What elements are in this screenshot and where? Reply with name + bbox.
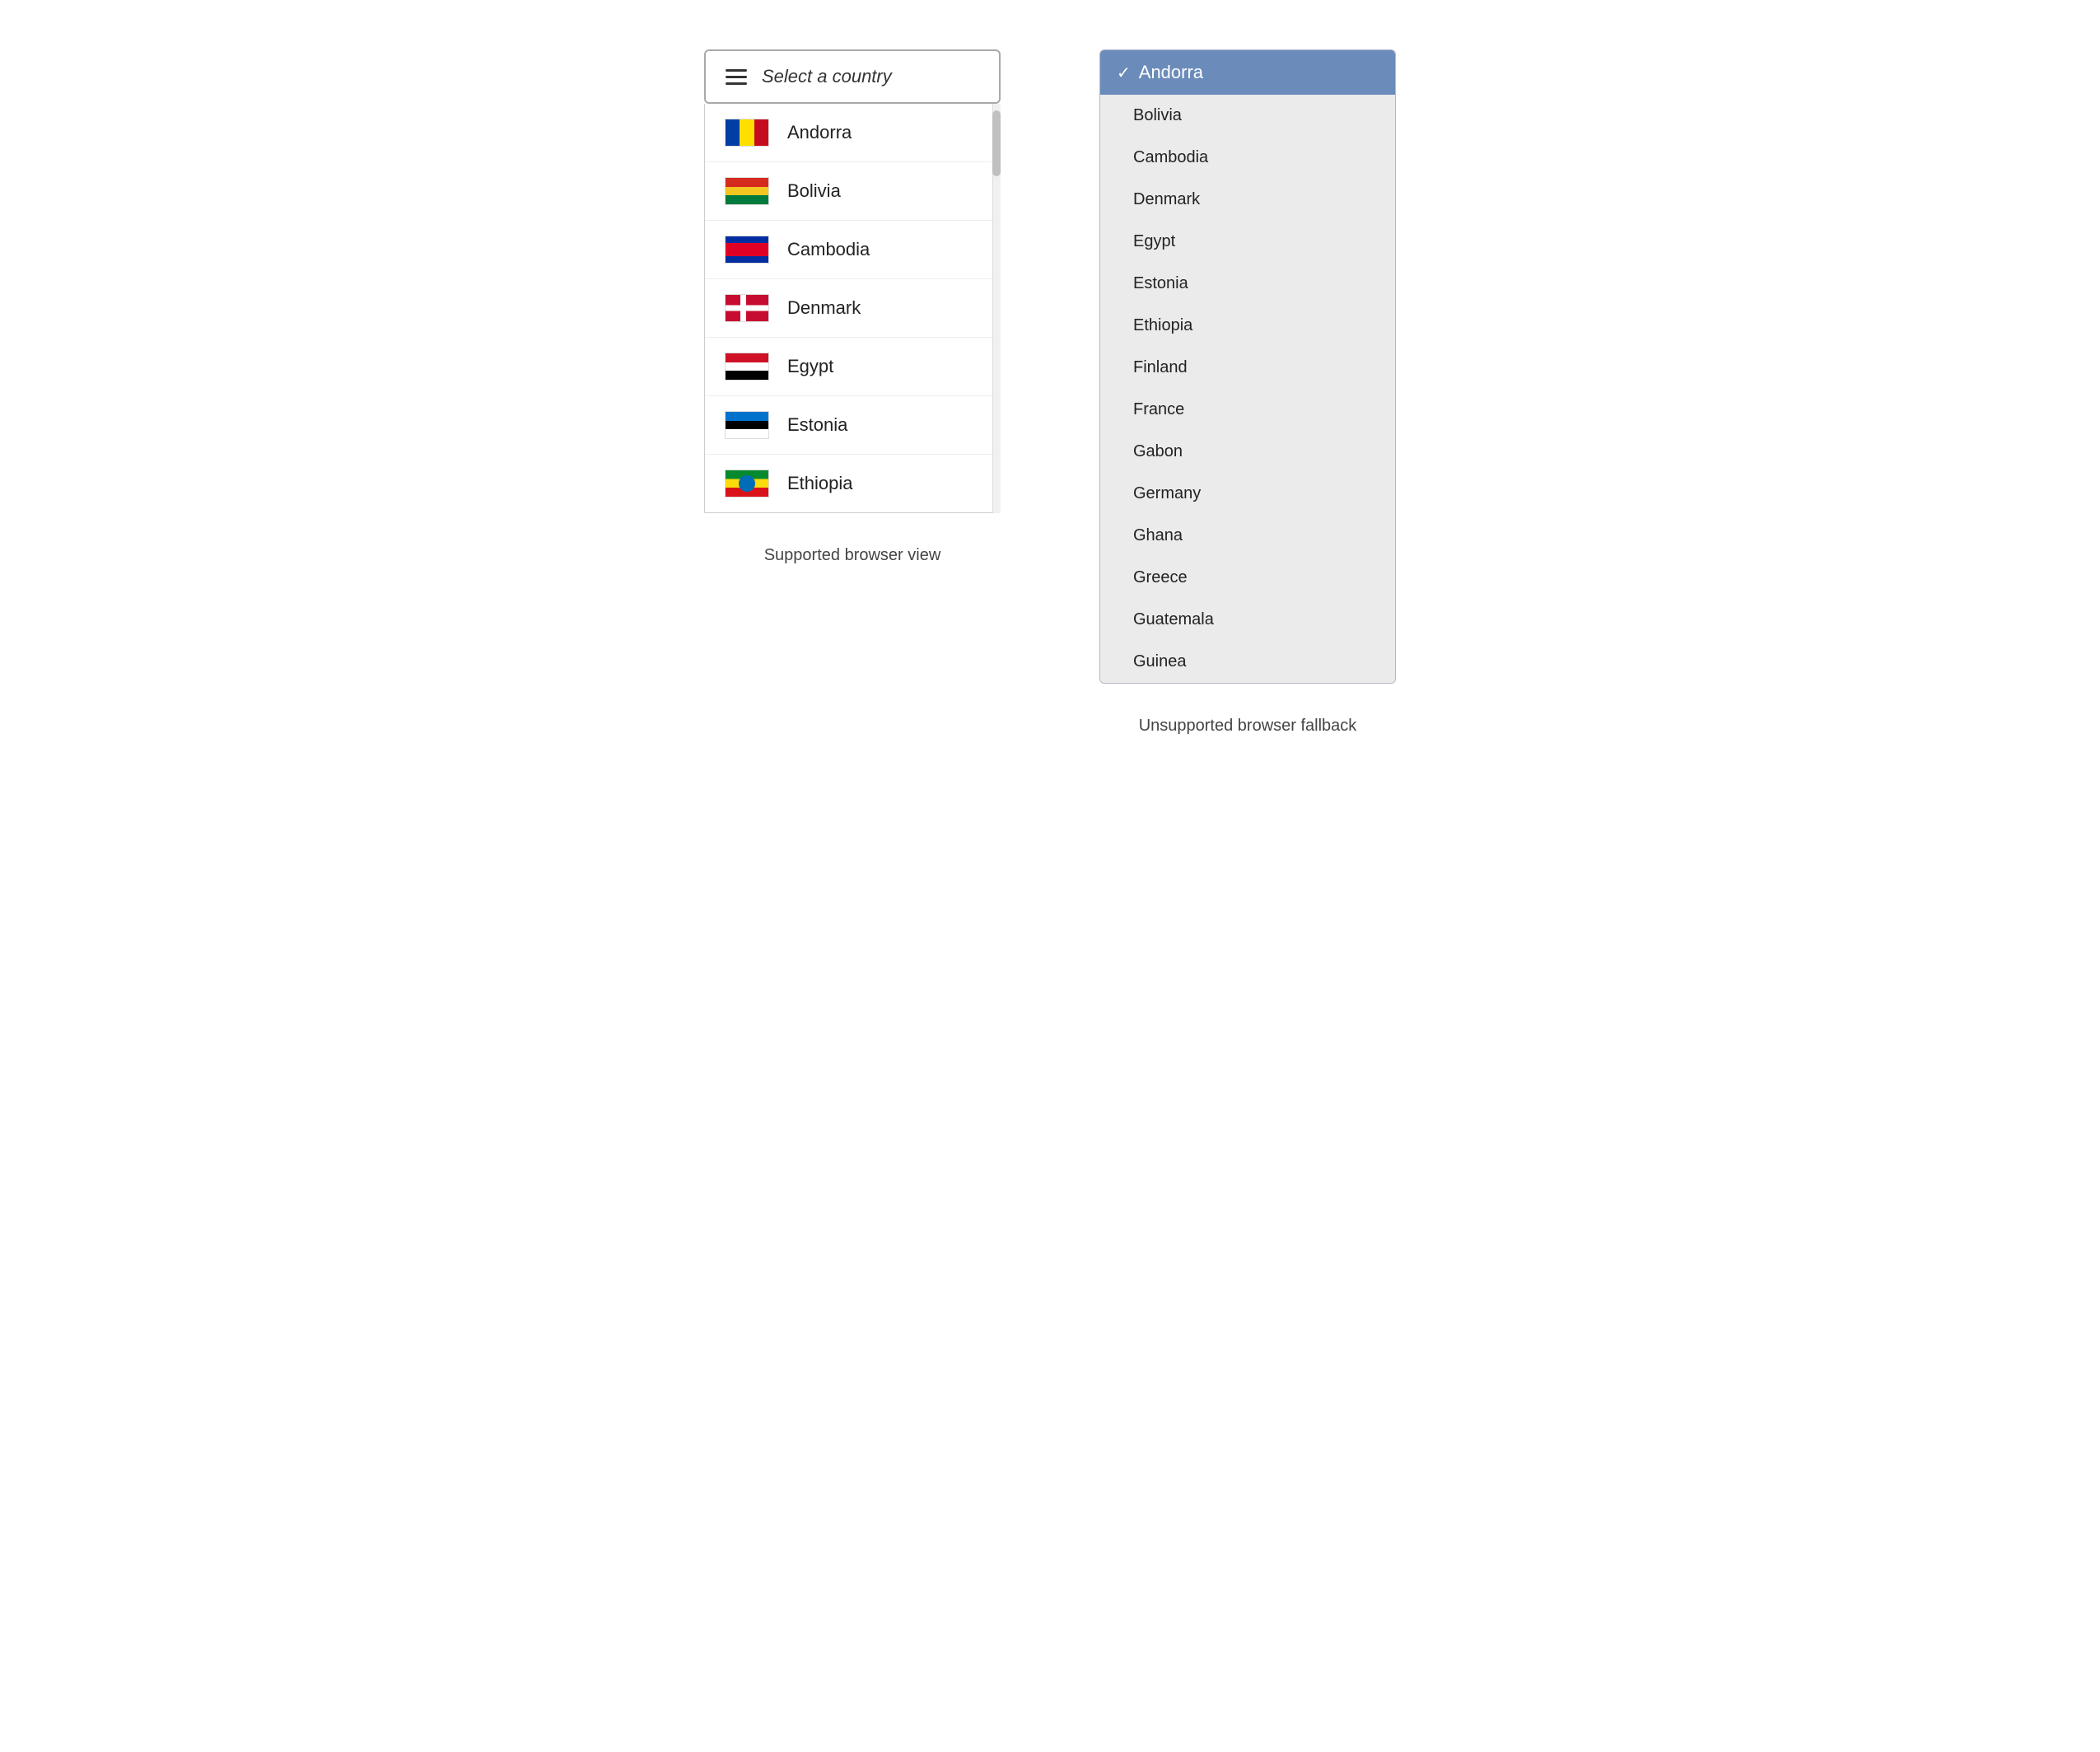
list-item[interactable]: Ghana bbox=[1100, 515, 1395, 557]
list-item[interactable]: Gabon bbox=[1100, 431, 1395, 473]
scrollbar-thumb[interactable] bbox=[992, 110, 1001, 176]
list-item[interactable]: Bolivia bbox=[705, 162, 1000, 221]
list-item[interactable]: Andorra bbox=[705, 104, 1000, 162]
country-name-label: Cambodia bbox=[787, 239, 870, 260]
native-select: ✓ Andorra BoliviaCambodiaDenmarkEgyptEston… bbox=[1099, 49, 1396, 684]
country-name-label: Andorra bbox=[787, 122, 852, 143]
list-item[interactable]: Germany bbox=[1100, 473, 1395, 515]
scrollbar-track bbox=[992, 104, 1001, 513]
option-label: Andorra bbox=[1139, 62, 1203, 83]
flag-ad bbox=[725, 119, 769, 147]
list-item[interactable]: ✓ Andorra bbox=[1100, 50, 1395, 95]
list-item[interactable]: Finland bbox=[1100, 347, 1395, 389]
flag-dk bbox=[725, 294, 769, 322]
trigger-label: Select a country bbox=[762, 66, 892, 87]
list-item[interactable]: Denmark bbox=[1100, 179, 1395, 221]
list-item[interactable]: Guinea bbox=[1100, 641, 1395, 683]
right-inner: ✓ Andorra BoliviaCambodiaDenmarkEgyptEston… bbox=[1099, 49, 1396, 684]
country-name-label: Denmark bbox=[787, 297, 861, 319]
right-panel-label: Unsupported browser fallback bbox=[1139, 717, 1357, 736]
left-panel-label: Supported browser view bbox=[764, 546, 941, 565]
flag-kh bbox=[725, 236, 769, 264]
custom-select: Select a country Andorra Bolivia Cambodia D… bbox=[704, 49, 1001, 513]
list-item[interactable]: Egypt bbox=[1100, 221, 1395, 263]
page-wrapper: Select a country AndorraBoliviaCambodiaD… bbox=[704, 49, 1396, 736]
custom-dropdown[interactable]: Andorra Bolivia Cambodia Denmark Egypt Estoni… bbox=[704, 104, 1001, 513]
hamburger-line-2 bbox=[726, 76, 747, 78]
list-item[interactable]: Ethiopia bbox=[1100, 305, 1395, 347]
flag-eg bbox=[725, 353, 769, 381]
check-icon: ✓ bbox=[1117, 63, 1131, 83]
hamburger-line-1 bbox=[726, 69, 747, 72]
country-name-label: Egypt bbox=[787, 356, 833, 377]
list-item[interactable]: Greece bbox=[1100, 557, 1395, 599]
left-panel: Select a country Andorra Bolivia Cambodia D… bbox=[704, 49, 1001, 565]
country-name-label: Bolivia bbox=[787, 180, 841, 202]
custom-select-trigger[interactable]: Select a country bbox=[704, 49, 1001, 104]
country-name-label: Estonia bbox=[787, 414, 847, 436]
list-item[interactable]: France bbox=[1100, 389, 1395, 431]
hamburger-line-3 bbox=[726, 82, 747, 85]
list-item[interactable]: Guatemala bbox=[1100, 599, 1395, 641]
list-item[interactable]: Cambodia bbox=[1100, 137, 1395, 179]
list-item[interactable]: Bolivia bbox=[1100, 95, 1395, 137]
dropdown-wrapper: Andorra Bolivia Cambodia Denmark Egypt Estoni… bbox=[704, 104, 1001, 513]
list-item[interactable]: Ethiopia bbox=[705, 455, 1000, 512]
list-item[interactable]: Estonia bbox=[705, 396, 1000, 455]
list-item[interactable]: Cambodia bbox=[705, 221, 1000, 279]
country-name-label: Ethiopia bbox=[787, 473, 853, 494]
list-item[interactable]: Estonia bbox=[1100, 263, 1395, 305]
flag-ee bbox=[725, 411, 769, 439]
list-item[interactable]: Denmark bbox=[705, 279, 1000, 338]
flag-bo bbox=[725, 177, 769, 205]
list-item[interactable]: Egypt bbox=[705, 338, 1000, 396]
hamburger-icon bbox=[726, 69, 747, 85]
flag-et bbox=[725, 470, 769, 498]
right-panel: ✓ Andorra BoliviaCambodiaDenmarkEgyptEston… bbox=[1099, 49, 1396, 736]
